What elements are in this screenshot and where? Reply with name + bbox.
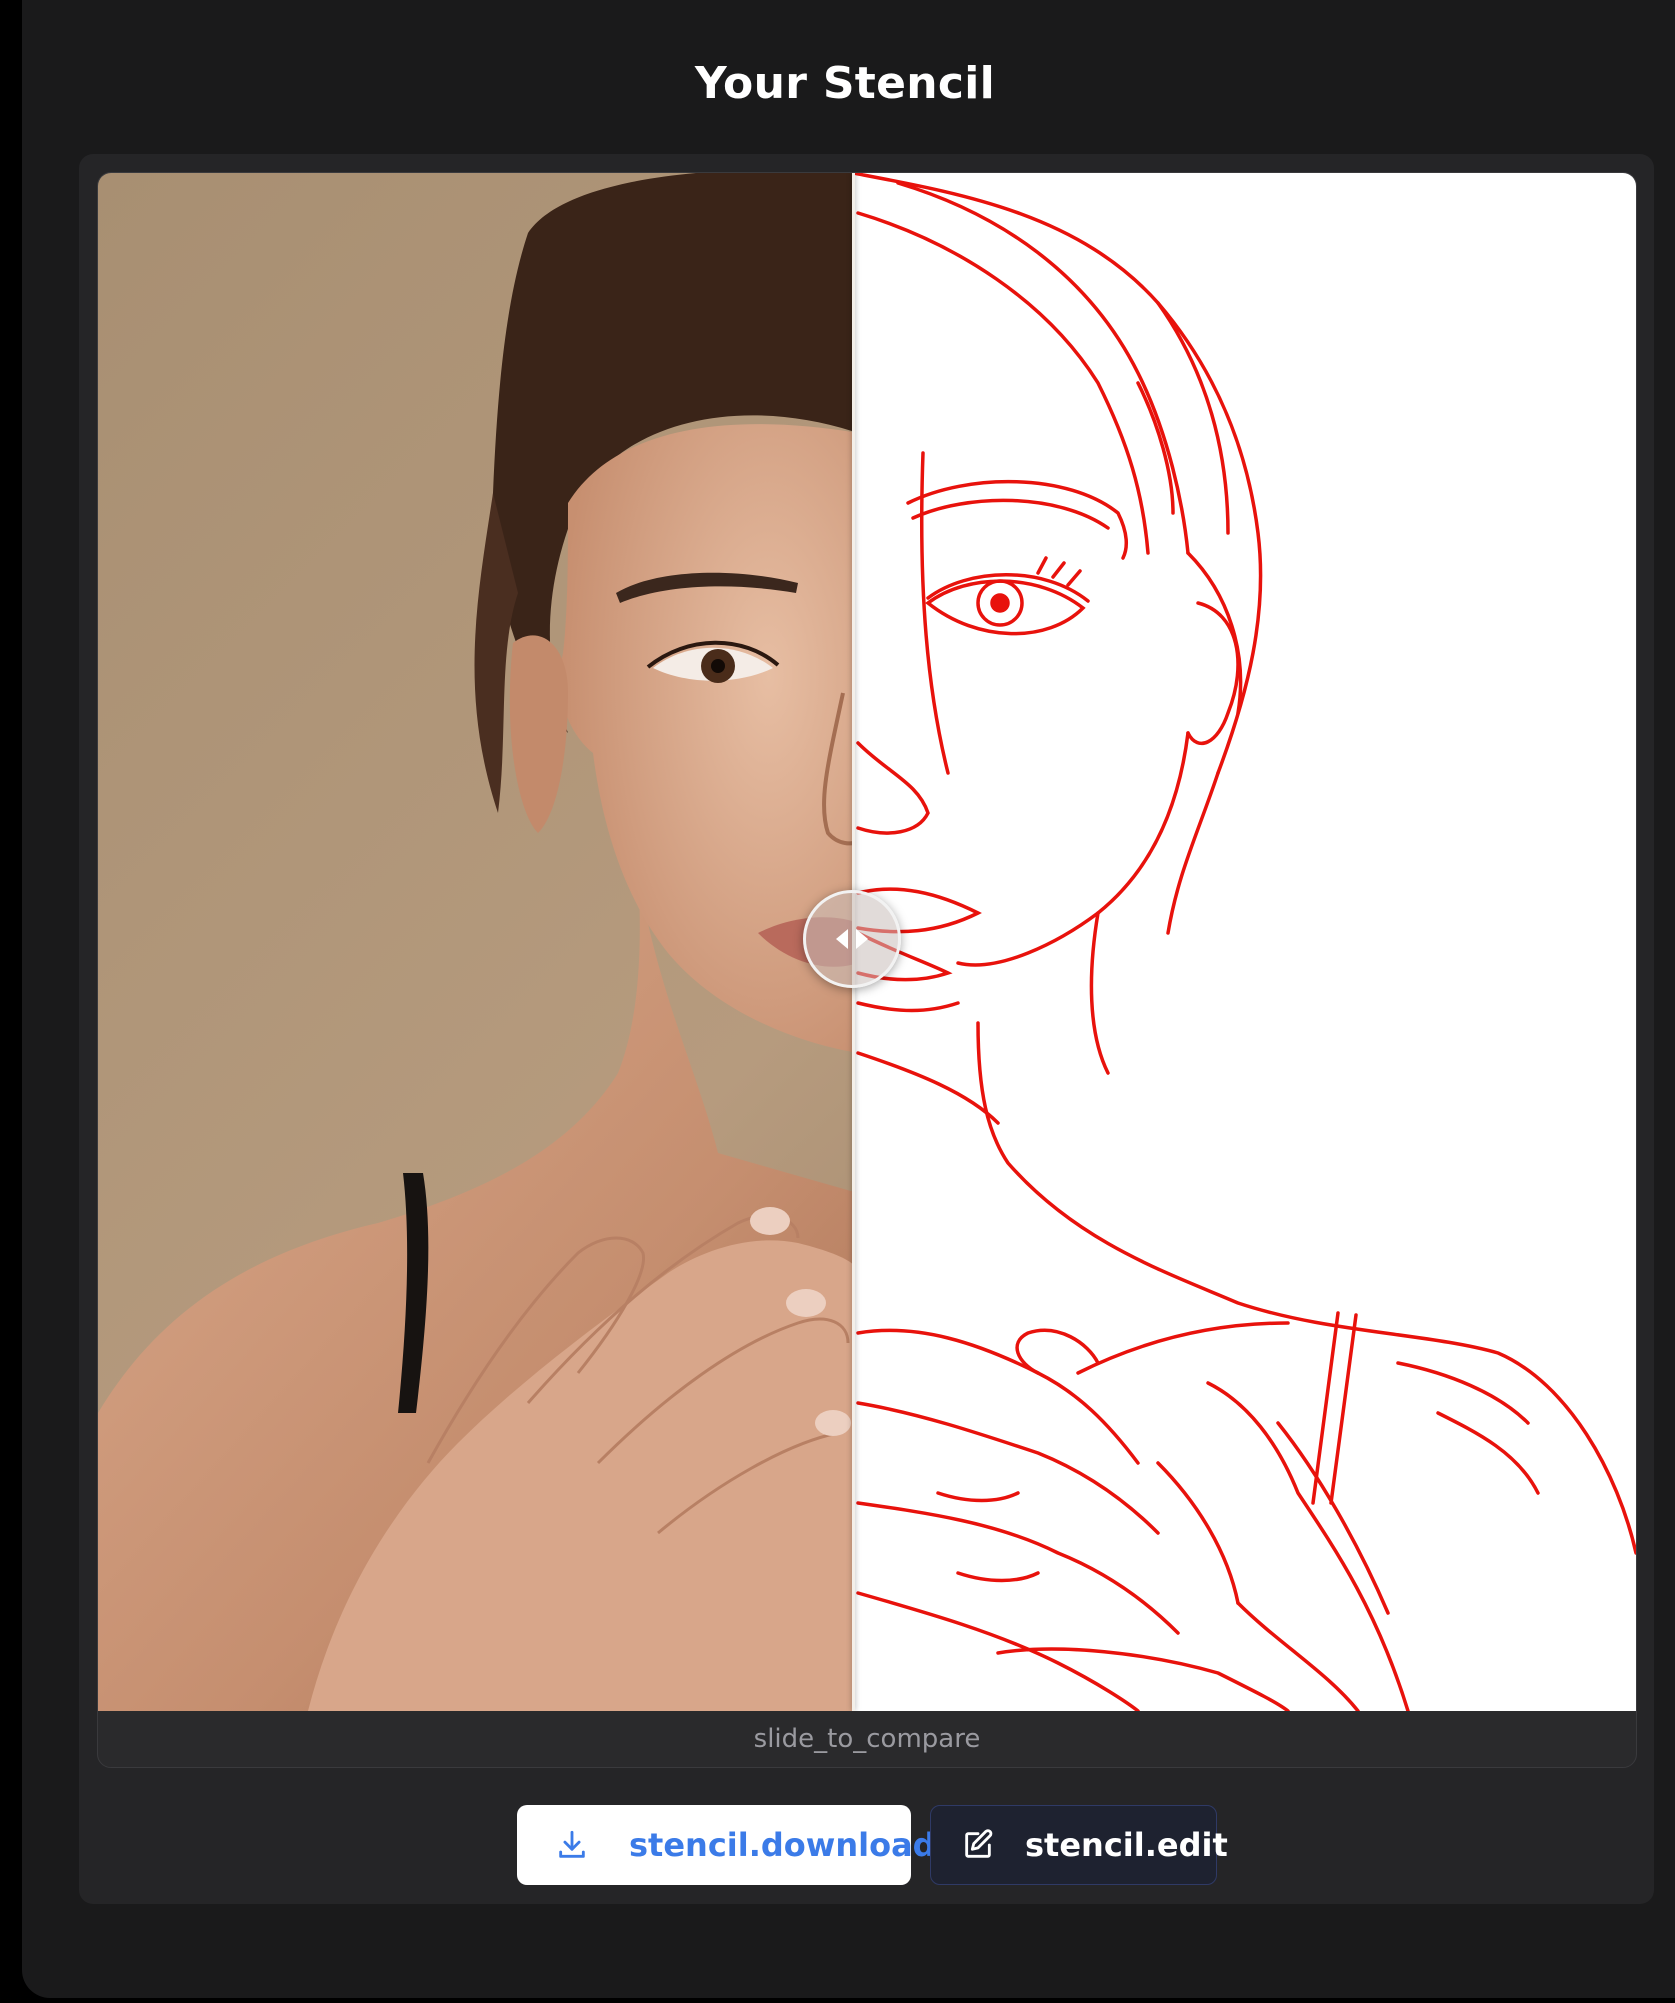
compare-handle[interactable] [803, 890, 901, 988]
download-button[interactable]: stencil.download [517, 1805, 936, 1885]
compare-slider[interactable]: slide_to_compare [97, 172, 1637, 1768]
page-title: Your Stencil [694, 58, 996, 109]
edit-icon [961, 1828, 995, 1862]
edit-button-label: stencil.edit [1025, 1826, 1228, 1864]
stencil-drawing [853, 173, 1636, 1711]
arrows-left-right-icon [836, 929, 868, 949]
compare-view[interactable] [98, 173, 1636, 1711]
compare-caption: slide_to_compare [753, 1724, 981, 1754]
download-button-label: stencil.download [629, 1826, 936, 1864]
edit-button[interactable]: stencil.edit [930, 1805, 1228, 1885]
download-icon [555, 1828, 589, 1862]
